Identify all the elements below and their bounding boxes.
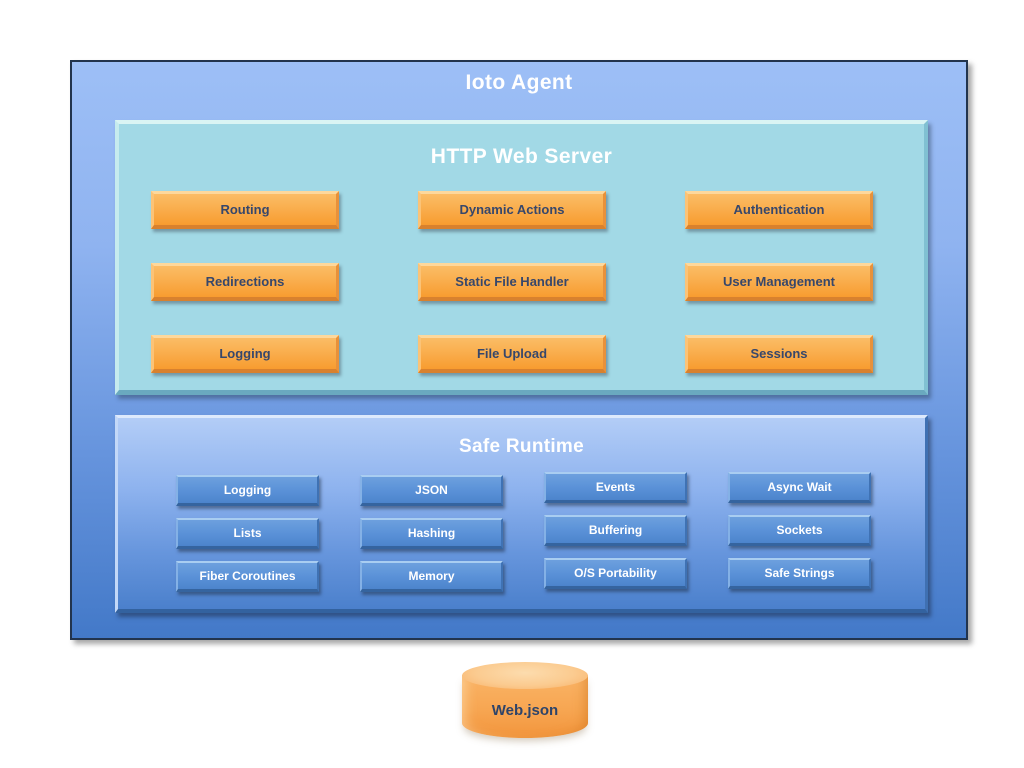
http-feature-grid: Routing Dynamic Actions Authentication R…: [151, 191, 873, 373]
runtime-item-hashing: Hashing: [360, 518, 503, 549]
http-item-static-file-handler: Static File Handler: [418, 263, 606, 301]
ioto-agent-box: Ioto Agent HTTP Web Server Routing Dynam…: [70, 60, 968, 640]
http-item-logging: Logging: [151, 335, 339, 373]
http-item-sessions: Sessions: [685, 335, 873, 373]
http-item-redirections: Redirections: [151, 263, 339, 301]
http-item-routing: Routing: [151, 191, 339, 229]
runtime-item-safe-strings: Safe Strings: [728, 558, 871, 589]
http-item-dynamic-actions: Dynamic Actions: [418, 191, 606, 229]
runtime-item-sockets: Sockets: [728, 515, 871, 546]
cylinder-top-ellipse: [462, 662, 588, 689]
http-web-server-box: HTTP Web Server Routing Dynamic Actions …: [115, 120, 928, 395]
runtime-feature-grid: Logging JSON Events Async Wait Lists Has…: [176, 475, 871, 592]
webjson-datastore-cylinder: Web.json: [462, 662, 588, 740]
safe-runtime-box: Safe Runtime Logging JSON Events Async W…: [115, 415, 928, 613]
http-item-authentication: Authentication: [685, 191, 873, 229]
runtime-item-events: Events: [544, 472, 687, 503]
runtime-item-memory: Memory: [360, 561, 503, 592]
runtime-item-json: JSON: [360, 475, 503, 506]
http-item-file-upload: File Upload: [418, 335, 606, 373]
runtime-item-async-wait: Async Wait: [728, 472, 871, 503]
runtime-item-logging: Logging: [176, 475, 319, 506]
diagram-canvas: Ioto Agent HTTP Web Server Routing Dynam…: [0, 0, 1024, 768]
ioto-agent-title: Ioto Agent: [72, 71, 966, 95]
runtime-item-os-portability: O/S Portability: [544, 558, 687, 589]
http-web-server-title: HTTP Web Server: [119, 145, 924, 169]
safe-runtime-title: Safe Runtime: [118, 436, 925, 458]
webjson-label: Web.json: [492, 702, 558, 719]
runtime-item-fiber-coroutines: Fiber Coroutines: [176, 561, 319, 592]
runtime-item-buffering: Buffering: [544, 515, 687, 546]
http-item-user-management: User Management: [685, 263, 873, 301]
runtime-item-lists: Lists: [176, 518, 319, 549]
